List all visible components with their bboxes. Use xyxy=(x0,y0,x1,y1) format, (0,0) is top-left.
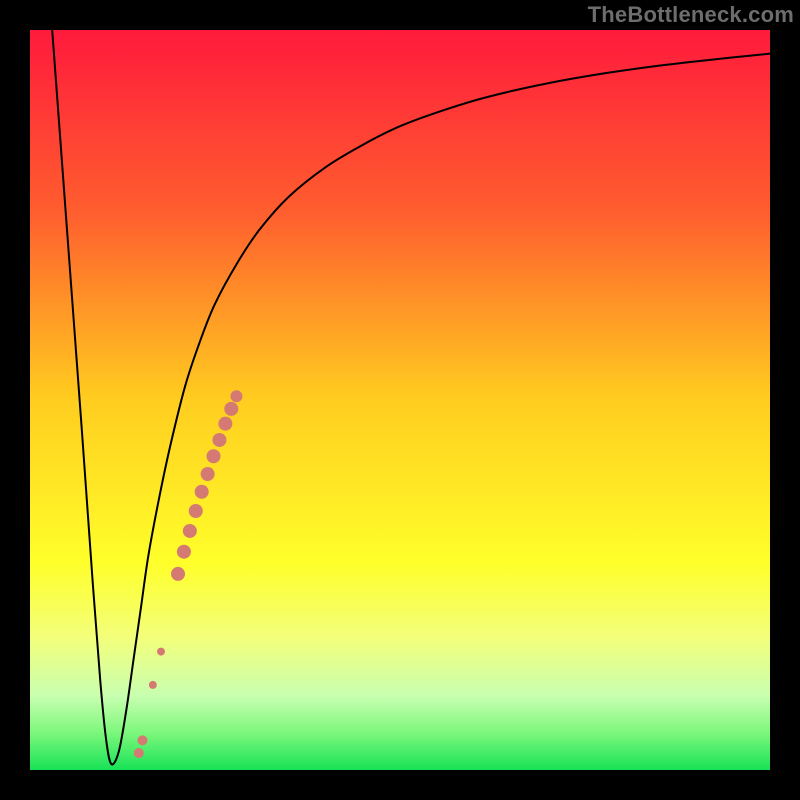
scatter-point xyxy=(149,681,157,689)
scatter-point xyxy=(177,545,191,559)
scatter-point xyxy=(137,735,147,745)
scatter-point xyxy=(212,433,226,447)
scatter-point xyxy=(195,485,209,499)
scatter-point xyxy=(207,449,221,463)
watermark-text: TheBottleneck.com xyxy=(588,2,794,28)
scatter-point xyxy=(218,417,232,431)
scatter-point xyxy=(201,467,215,481)
scatter-point xyxy=(171,567,185,581)
scatter-point xyxy=(224,402,238,416)
scatter-point xyxy=(157,648,165,656)
plot-area xyxy=(30,30,770,770)
chart-svg xyxy=(30,30,770,770)
scatter-point xyxy=(134,748,144,758)
chart-frame: TheBottleneck.com xyxy=(0,0,800,800)
gradient-background xyxy=(30,30,770,770)
scatter-point xyxy=(189,504,203,518)
scatter-point xyxy=(230,390,242,402)
scatter-point xyxy=(183,524,197,538)
